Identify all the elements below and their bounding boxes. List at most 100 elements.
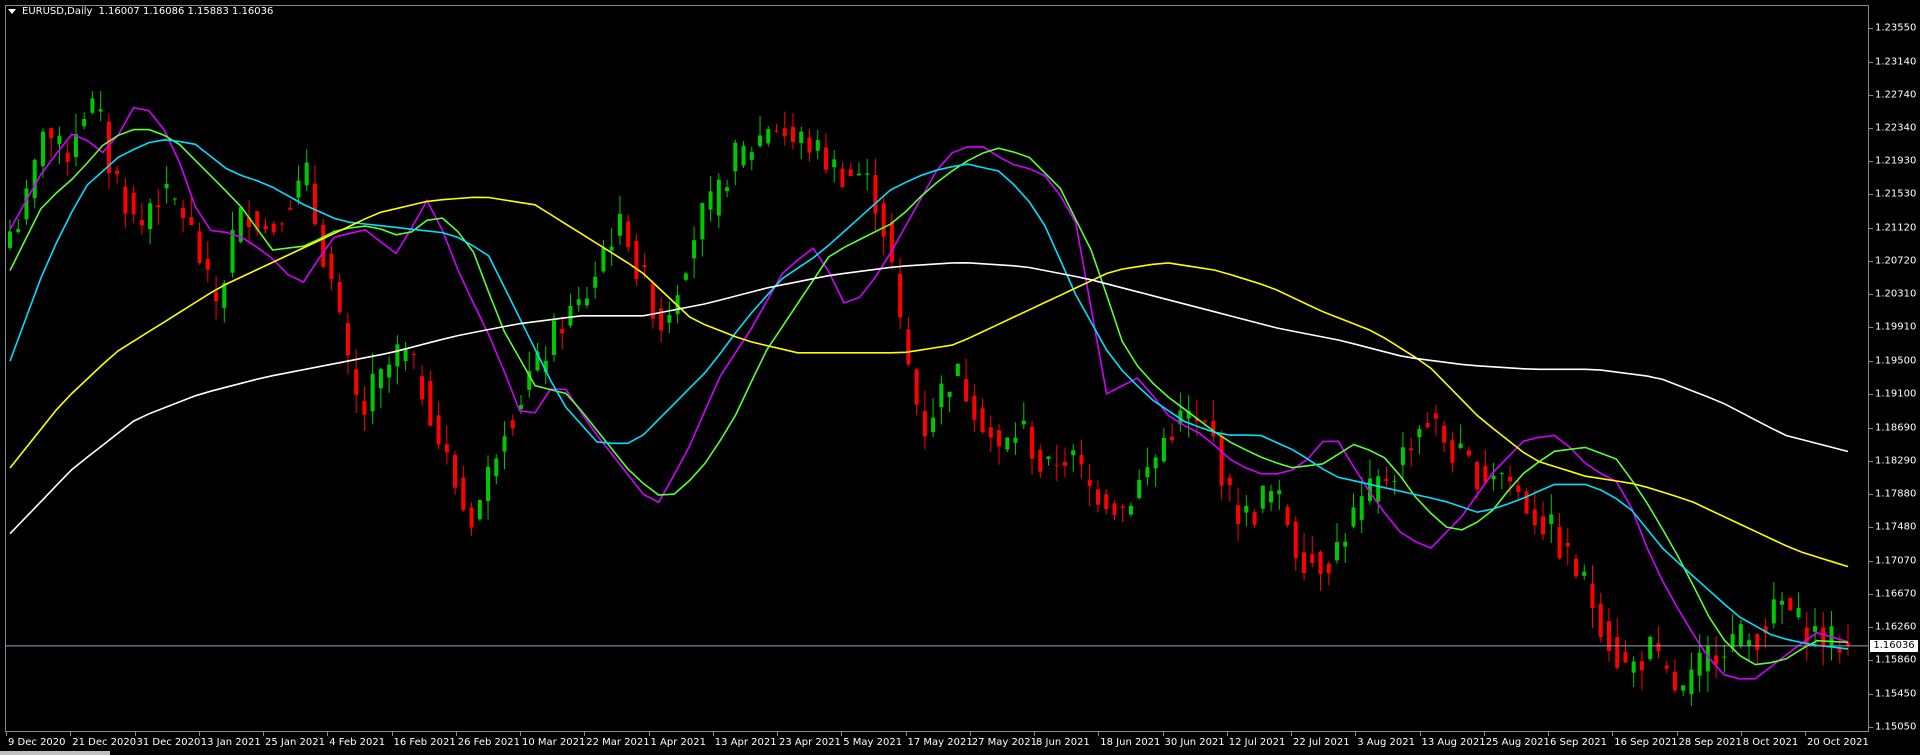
- candle: [304, 149, 309, 191]
- candle-body: [1697, 652, 1702, 676]
- candle: [1013, 422, 1018, 455]
- plot-area[interactable]: [5, 5, 1869, 732]
- moving-average-purple: [9, 106, 1849, 680]
- price-tick-label: 1.19500: [1875, 355, 1917, 367]
- candle-body: [741, 145, 746, 166]
- candle: [758, 116, 763, 148]
- time-tick: [1612, 732, 1614, 736]
- time-tick-label: 17 May 2021: [907, 737, 973, 748]
- candle-body: [1681, 685, 1686, 691]
- time-tick: [584, 732, 586, 736]
- chart-window[interactable]: EURUSD,Daily 1.16007 1.16086 1.15883 1.1…: [0, 0, 1920, 755]
- candle-body: [1606, 621, 1611, 651]
- candle: [1351, 493, 1356, 529]
- price-tick-label: 1.15860: [1875, 654, 1917, 666]
- candle: [1153, 454, 1158, 488]
- time-tick: [327, 732, 329, 736]
- candle: [90, 91, 95, 115]
- candle: [1145, 447, 1150, 486]
- candle: [362, 386, 367, 431]
- candle: [436, 401, 441, 450]
- candle-body: [1747, 640, 1752, 646]
- time-tick-label: 31 Dec 2020: [136, 737, 201, 748]
- candle: [774, 123, 779, 133]
- candle-body: [403, 349, 408, 362]
- candle-body: [428, 380, 433, 426]
- candle-body: [997, 430, 1002, 447]
- candle-body: [16, 229, 21, 233]
- candle: [1170, 423, 1175, 445]
- candle-body: [1062, 461, 1067, 466]
- time-tick-label: 26 Feb 2021: [457, 737, 520, 748]
- time-tick: [1548, 732, 1549, 736]
- candle: [131, 186, 136, 224]
- candle-body: [1376, 476, 1381, 502]
- time-tick: [134, 732, 136, 736]
- chart-tab-strip[interactable]: [0, 751, 110, 755]
- time-tick: [1226, 732, 1228, 736]
- candle-body: [1433, 413, 1438, 419]
- time-axis[interactable]: 9 Dec 2020 21 Dec 2020 31 Dec 2020 13 Jan 2…: [5, 732, 1869, 755]
- candle: [873, 158, 878, 233]
- candle: [1137, 469, 1142, 500]
- candle-body: [856, 173, 861, 176]
- candle: [1318, 550, 1323, 591]
- candle: [865, 158, 870, 191]
- candle: [988, 415, 993, 453]
- candle: [1532, 489, 1537, 535]
- time-tick-label: 6 Sep 2021: [1550, 737, 1608, 748]
- candle: [123, 178, 128, 228]
- candle-body: [700, 203, 705, 240]
- candle-body: [1771, 599, 1776, 624]
- candle: [1285, 504, 1290, 528]
- candle: [1780, 591, 1785, 625]
- candle: [650, 280, 655, 329]
- price-chart-svg[interactable]: [6, 6, 1868, 731]
- candle-body: [420, 376, 425, 400]
- candle-body: [1104, 494, 1109, 510]
- moving-average-white: [9, 261, 1849, 535]
- price-tick-label: 1.19100: [1875, 388, 1917, 400]
- candle-body: [1541, 516, 1546, 535]
- candle-body: [1359, 496, 1364, 520]
- candle: [1343, 533, 1348, 564]
- candle: [164, 166, 169, 204]
- candle-body: [263, 225, 268, 229]
- candle-body: [156, 205, 161, 208]
- candle: [510, 414, 515, 436]
- candle: [1021, 402, 1026, 430]
- candle: [782, 111, 787, 146]
- candle: [1606, 607, 1611, 662]
- time-tick-label: 20 Oct 2021: [1807, 737, 1869, 748]
- candle: [634, 233, 639, 287]
- candle: [494, 453, 499, 485]
- price-axis[interactable]: 1.23550 1.23140 1.22740 1.22340 1.21930 1.215…: [1869, 5, 1920, 733]
- candle-body: [486, 466, 491, 502]
- candle-body: [1582, 571, 1587, 576]
- candle-body: [815, 140, 820, 151]
- candle: [1367, 459, 1372, 505]
- candle: [1046, 456, 1051, 466]
- candle: [741, 140, 746, 169]
- candle: [98, 91, 103, 122]
- candle: [1079, 439, 1084, 479]
- time-tick-label: 23 Apr 2021: [779, 737, 841, 748]
- candle: [560, 316, 565, 350]
- candle: [1516, 480, 1521, 500]
- time-tick-label: 8 Oct 2021: [1742, 737, 1799, 748]
- candle: [543, 345, 548, 385]
- candle: [659, 297, 664, 343]
- candle-body: [1095, 489, 1100, 505]
- candle: [345, 312, 350, 375]
- candle-body: [172, 198, 177, 200]
- candle: [922, 390, 927, 450]
- candle: [1359, 477, 1364, 533]
- candle-body: [898, 273, 903, 318]
- candle-body: [1755, 634, 1760, 651]
- candle-body: [1244, 506, 1249, 513]
- candle-body: [708, 191, 713, 210]
- time-tick-label: 22 Jul 2021: [1293, 737, 1350, 748]
- candle-body: [1442, 425, 1447, 443]
- triangle-down-icon[interactable]: [8, 9, 16, 14]
- candle-body: [1087, 480, 1092, 486]
